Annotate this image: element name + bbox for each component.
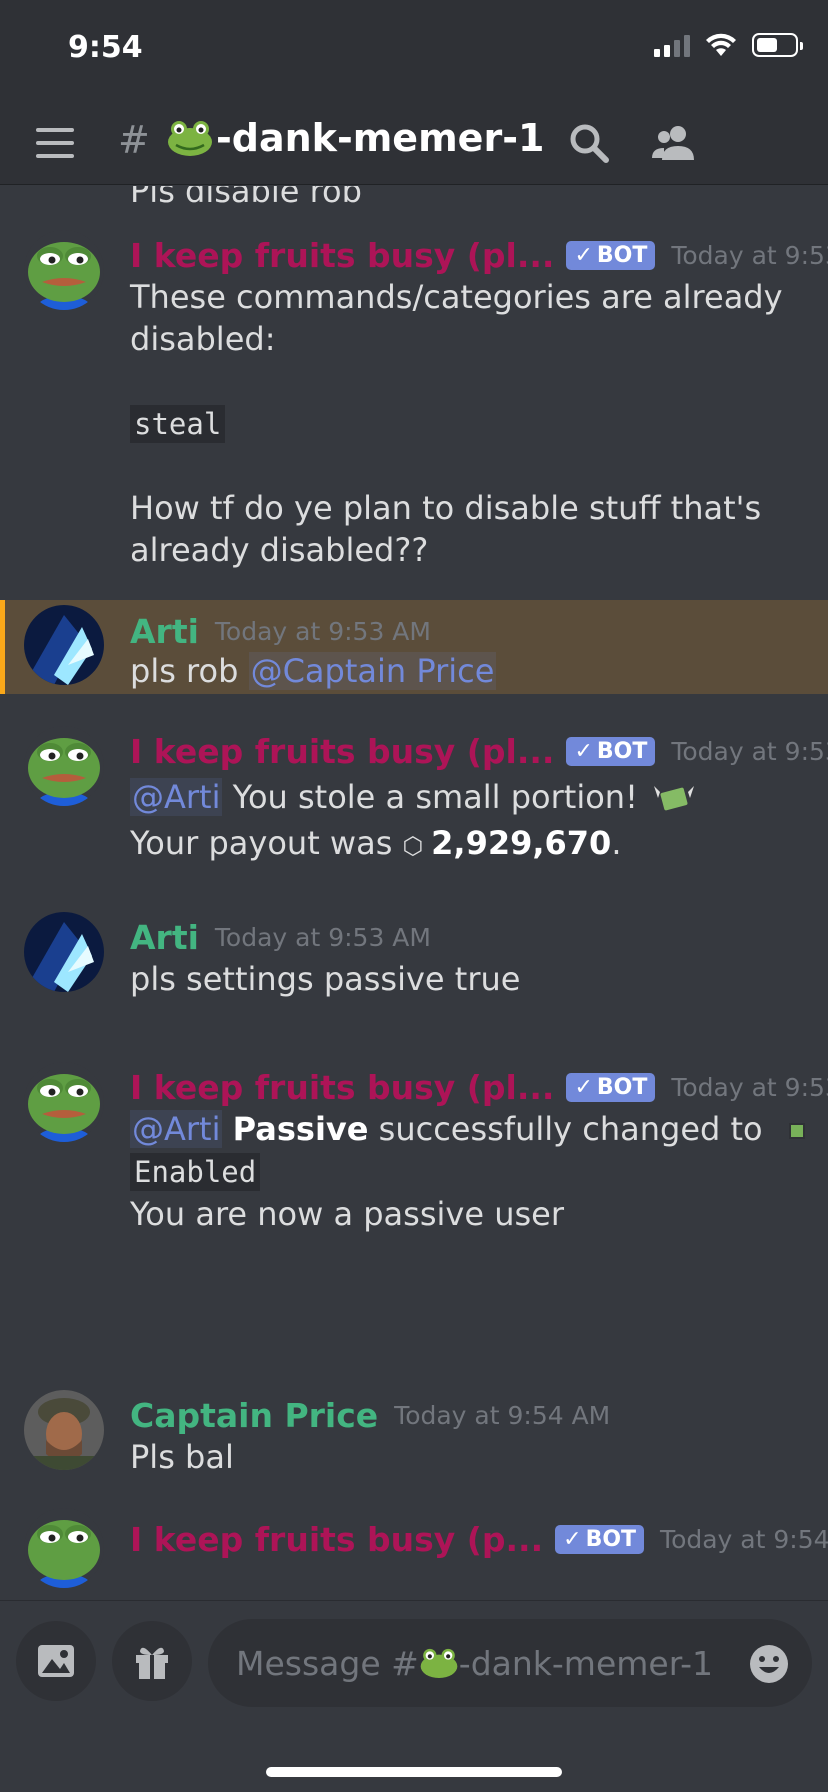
username[interactable]: Captain Price [130,1396,378,1435]
image-upload-button[interactable] [16,1621,96,1701]
bot-badge-label: BOT [596,243,648,268]
avatar[interactable] [24,726,104,806]
message-text: You stole a small portion! [222,778,638,816]
hamburger-menu-icon[interactable] [36,128,74,158]
message-item: I keep fruits busy (p... ✓ BOT Today at 9… [0,1508,828,1600]
timestamp: Today at 9:53 AM [671,241,828,270]
message-text: pls rob [130,652,249,690]
message-item: I keep fruits busy (pl... ✓ BOT Today at … [0,722,828,882]
bot-badge-label: BOT [585,1527,637,1552]
message-text: These commands/categories are already di… [130,278,783,358]
message-header: Captain Price Today at 9:54 AM [130,1396,610,1435]
wifi-icon [706,33,736,56]
bot-badge: ✓ BOT [566,737,656,766]
message-header: I keep fruits busy (pl... ✓ BOT Today at … [130,1068,828,1107]
username[interactable]: I keep fruits busy (p... [130,1520,543,1559]
cellular-signal-icon [654,33,690,57]
emoji-picker-icon[interactable] [748,1643,790,1685]
placeholder-suffix: -dank-memer-1 [458,1643,714,1683]
avatar[interactable] [24,1508,104,1588]
frog-emoji-icon [168,121,212,156]
inline-code: steal [130,405,226,443]
frog-emoji-icon [420,1648,458,1678]
message-header: Arti Today at 9:53 AM [130,612,431,651]
channel-title: -dank-memer-1 [166,116,544,160]
home-indicator [266,1767,562,1777]
message-header: I keep fruits busy (pl... ✓ BOT Today at … [130,732,828,771]
bot-badge: ✓ BOT [566,1073,656,1102]
username[interactable]: Arti [130,918,199,957]
channel-header: # -dank-memer-1 [0,100,828,185]
message-text: You are now a passive user [130,1195,564,1233]
avatar[interactable] [24,605,104,685]
message-body: pls settings passive true [130,960,521,998]
battery-icon [752,33,803,57]
inline-code: Enabled [130,1153,261,1191]
channel-hash-icon: # [118,118,150,162]
message-input-placeholder: Message # -dank-memer-1 [236,1644,713,1683]
bot-badge-label: BOT [596,739,648,764]
message-item: Captain Price Today at 9:54 AM Pls bal [0,1390,828,1506]
status-icons [654,32,803,58]
message-header: Arti Today at 9:53 AM [130,918,431,957]
message-item-highlighted: Arti Today at 9:53 AM pls rob @Captain P… [0,600,828,694]
avatar[interactable] [24,1390,104,1470]
message-body: These commands/categories are already di… [130,276,810,571]
message-header: I keep fruits busy (pl... ✓ BOT Today at … [130,236,828,275]
avatar[interactable] [24,230,104,310]
user-mention[interactable]: @Captain Price [248,652,497,690]
timestamp: Today at 9:53 AM [214,923,431,952]
timestamp: Today at 9:54 AM [394,1401,611,1430]
message-input[interactable]: Message # -dank-memer-1 [208,1619,812,1707]
bot-badge-label: BOT [596,1075,648,1100]
bot-badge: ✓ BOT [566,241,656,270]
payout-amount: 2,929,670 [431,824,612,862]
timestamp: Today at 9:53 AM [671,1073,828,1102]
message-composer: Message # -dank-memer-1 [0,1600,828,1792]
gift-icon [136,1647,168,1679]
payout-suffix: . [611,824,622,862]
status-time: 9:54 [68,30,143,65]
payout-label: Your payout was [130,824,403,862]
search-icon[interactable] [566,120,612,166]
timestamp: Today at 9:53 AM [214,617,431,646]
message-item: I keep fruits busy (pl... ✓ BOT Today at … [0,226,828,596]
username[interactable]: I keep fruits busy (pl... [130,236,554,275]
username[interactable]: I keep fruits busy (pl... [130,732,554,771]
username[interactable]: I keep fruits busy (pl... [130,1068,554,1107]
avatar[interactable] [24,912,104,992]
message-body: Pls bal [130,1438,234,1476]
avatar[interactable] [24,1062,104,1142]
bold-text: Passive [232,1110,369,1148]
message-text: How tf do ye plan to disable stuff that'… [130,489,762,569]
green-square-icon [788,1123,805,1139]
message-body: @Arti Passive successfully changed to En… [130,1108,810,1235]
coin-icon: ⬡ [402,832,432,860]
message-body: @Arti You stole a small portion! Your pa… [130,774,810,869]
message-list[interactable]: Pls disable rob I keep fruits busy (pl..… [0,186,828,1600]
message-item: I keep fruits busy (pl... ✓ BOT Today at … [0,1058,828,1258]
image-icon [38,1645,74,1677]
members-icon[interactable] [648,120,700,166]
message-body: pls rob @Captain Price [130,650,810,692]
message-text: successfully changed to [368,1110,763,1148]
timestamp: Today at 9:53 AM [671,737,828,766]
user-mention[interactable]: @Arti [130,778,223,816]
username[interactable]: Arti [130,612,199,651]
message-item: Arti Today at 9:53 AM pls settings passi… [0,908,828,1004]
user-mention[interactable]: @Arti [130,1110,223,1148]
status-bar: 9:54 [0,0,828,100]
message-body: Pls disable rob [130,186,362,210]
timestamp: Today at 9:54 AM [660,1525,828,1554]
money-wings-emoji-icon [654,786,695,811]
placeholder-prefix: Message # [236,1643,419,1683]
gift-button[interactable] [112,1621,192,1701]
message-header: I keep fruits busy (p... ✓ BOT Today at 9… [130,1520,828,1559]
channel-name: -dank-memer-1 [216,116,545,160]
bot-badge: ✓ BOT [555,1525,645,1554]
